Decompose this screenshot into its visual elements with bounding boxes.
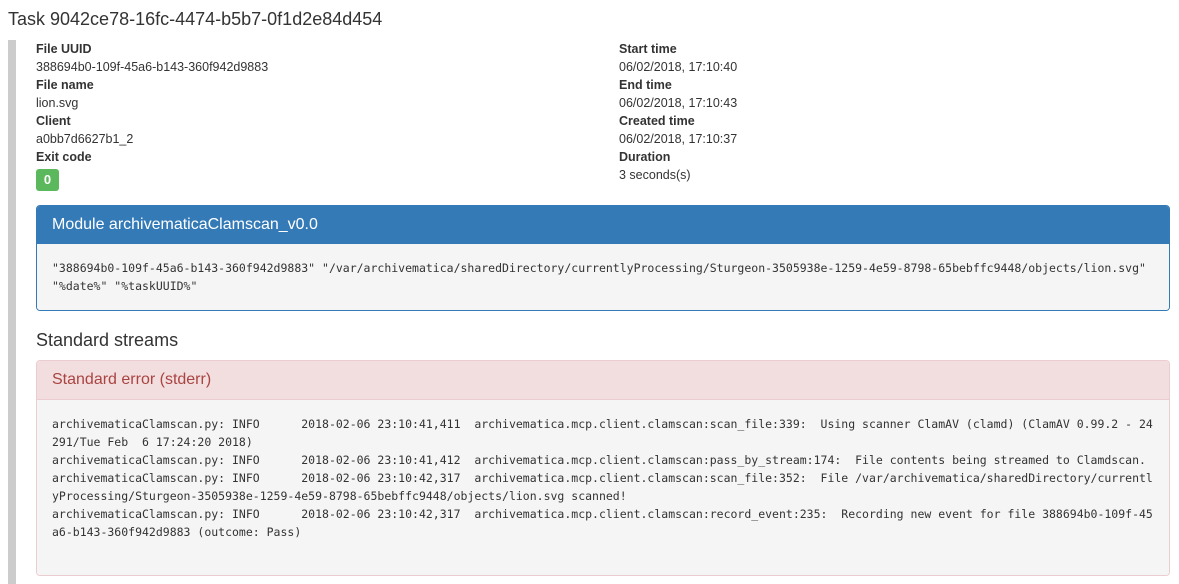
file-name-value: lion.svg (36, 96, 79, 110)
duration-label: Duration (619, 150, 671, 164)
stderr-output: archivematicaClamscan.py: INFO 2018-02-0… (37, 400, 1169, 575)
created-time-value: 06/02/2018, 17:10:37 (619, 132, 738, 146)
end-time-label: End time (619, 78, 672, 92)
file-uuid-value: 388694b0-109f-45a6-b143-360f942d9883 (36, 60, 269, 74)
stderr-panel: Standard error (stderr) archivematicaCla… (36, 360, 1170, 576)
duration-value: 3 seconds(s) (619, 168, 691, 182)
task-details-right: Start time 06/02/2018, 17:10:40 End time… (619, 40, 1159, 184)
client-label: Client (36, 114, 71, 128)
module-arguments: "388694b0-109f-45a6-b143-360f942d9883" "… (37, 244, 1169, 310)
task-title: Task 9042ce78-16fc-4474-b5b7-0f1d2e84d45… (8, 9, 383, 29)
file-uuid-label: File UUID (36, 42, 92, 56)
exit-code-label: Exit code (36, 150, 92, 164)
task-details-left: File UUID 388694b0-109f-45a6-b143-360f94… (36, 40, 596, 191)
task-left-border (8, 40, 16, 584)
standard-streams-title: Standard streams (36, 330, 179, 350)
start-time-label: Start time (619, 42, 677, 56)
start-time-value: 06/02/2018, 17:10:40 (619, 60, 738, 74)
stderr-panel-heading: Standard error (stderr) (37, 361, 1169, 400)
file-name-label: File name (36, 78, 94, 92)
exit-code-badge: 0 (36, 169, 59, 191)
module-panel-heading: Module archivematicaClamscan_v0.0 (37, 206, 1169, 244)
module-panel: Module archivematicaClamscan_v0.0 "38869… (36, 205, 1170, 311)
end-time-value: 06/02/2018, 17:10:43 (619, 96, 738, 110)
client-value: a0bb7d6627b1_2 (36, 132, 134, 146)
created-time-label: Created time (619, 114, 695, 128)
